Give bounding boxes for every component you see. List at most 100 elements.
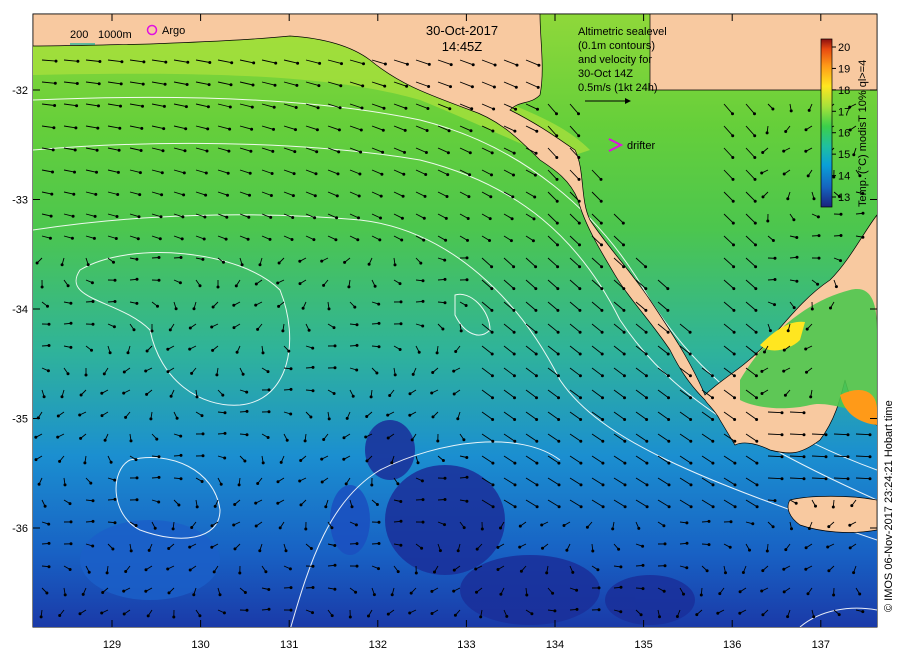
velocity-arrow-head bbox=[535, 505, 539, 509]
velocity-arrow-head bbox=[137, 215, 141, 219]
velocity-arrow-head bbox=[748, 548, 751, 552]
sst-map: 30-Oct-2017 14:45Z 200 1000m Argo Altime… bbox=[12, 13, 895, 651]
velocity-arrow-head bbox=[824, 455, 828, 459]
velocity-arrow-head bbox=[93, 214, 97, 218]
velocity-arrow-head bbox=[688, 374, 692, 378]
velocity-arrow-head bbox=[555, 199, 559, 203]
velocity-arrow-head bbox=[839, 212, 843, 216]
velocity-arrow-head bbox=[113, 497, 117, 501]
velocity-arrow-head bbox=[562, 524, 566, 527]
velocity-arrow-head bbox=[600, 374, 604, 378]
velocity-arrow-head bbox=[301, 306, 305, 310]
velocity-arrow-head bbox=[754, 374, 758, 378]
velocity-arrow-head bbox=[807, 527, 811, 530]
velocity-arrow-head bbox=[695, 613, 699, 617]
velocity-arrow-head bbox=[448, 107, 452, 111]
velocity-arrow-head bbox=[360, 106, 364, 110]
x-tick-label: 136 bbox=[723, 639, 741, 651]
velocity-arrow-head bbox=[267, 607, 271, 611]
altimetry-line-5: 0.5m/s (1kt 24h) bbox=[578, 82, 657, 94]
velocity-arrow-head bbox=[824, 477, 828, 481]
velocity-arrow-head bbox=[466, 238, 469, 242]
velocity-arrow-head bbox=[383, 84, 387, 88]
velocity-arrow-head bbox=[34, 458, 38, 462]
velocity-arrow-head bbox=[639, 613, 643, 617]
velocity-arrow-head bbox=[621, 221, 625, 225]
velocity-arrow-head bbox=[122, 391, 126, 395]
velocity-arrow-head bbox=[666, 330, 670, 334]
velocity-arrow-head bbox=[39, 615, 43, 619]
velocity-arrow-head bbox=[129, 439, 133, 443]
velocity-arrow-head bbox=[204, 171, 208, 175]
velocity-arrow-head bbox=[388, 394, 392, 397]
velocity-arrow-head bbox=[369, 395, 373, 399]
velocity-arrow-head bbox=[512, 287, 516, 291]
velocity-arrow-head bbox=[512, 265, 516, 269]
velocity-arrow-head bbox=[848, 546, 852, 550]
velocity-arrow-head bbox=[210, 325, 214, 329]
velocity-arrow-head bbox=[753, 156, 757, 159]
velocity-arrow-head bbox=[289, 608, 293, 612]
velocity-arrow-head bbox=[53, 104, 57, 107]
velocity-arrow-head bbox=[267, 588, 271, 591]
velocity-arrow-head bbox=[705, 569, 709, 573]
velocity-arrow-head bbox=[556, 308, 560, 312]
velocity-arrow-head bbox=[805, 370, 808, 374]
velocity-arrow-head bbox=[597, 608, 601, 612]
velocity-arrow-head bbox=[399, 322, 403, 326]
velocity-arrow-head bbox=[541, 546, 544, 550]
velocity-arrow-head bbox=[69, 542, 73, 546]
velocity-arrow-head bbox=[513, 396, 516, 400]
x-tick-label: 135 bbox=[634, 639, 652, 651]
y-tick-label: -35 bbox=[12, 414, 28, 426]
velocity-arrow-head bbox=[90, 348, 93, 352]
velocity-arrow-head bbox=[185, 83, 189, 86]
velocity-arrow-head bbox=[252, 61, 256, 65]
velocity-arrow-head bbox=[773, 499, 777, 503]
velocity-arrow-head bbox=[545, 571, 549, 575]
velocity-arrow-head bbox=[449, 63, 453, 67]
velocity-arrow-head bbox=[470, 107, 474, 111]
velocity-arrow-head bbox=[298, 259, 302, 263]
velocity-arrow-head bbox=[518, 545, 522, 549]
velocity-arrow-head bbox=[809, 395, 813, 399]
velocity-arrow-head bbox=[210, 545, 214, 549]
velocity-arrow-head bbox=[421, 498, 425, 502]
colorbar-tick-label: 13 bbox=[838, 192, 850, 204]
velocity-arrow-head bbox=[311, 611, 314, 615]
velocity-arrow-head bbox=[182, 193, 186, 197]
velocity-arrow-head bbox=[645, 505, 649, 509]
velocity-arrow-head bbox=[53, 81, 57, 85]
velocity-arrow-head bbox=[377, 520, 381, 524]
velocity-arrow-head bbox=[74, 126, 78, 130]
velocity-arrow-head bbox=[273, 83, 277, 87]
velocity-arrow-head bbox=[782, 590, 786, 594]
velocity-arrow-head bbox=[689, 505, 693, 509]
velocity-arrow-head bbox=[513, 439, 517, 443]
velocity-arrow-head bbox=[601, 483, 605, 487]
isobath-200-label: 200 bbox=[70, 29, 88, 41]
velocity-arrow-head bbox=[555, 177, 559, 181]
velocity-arrow-head bbox=[449, 85, 452, 89]
velocity-arrow-head bbox=[575, 607, 579, 611]
velocity-arrow-head bbox=[802, 411, 806, 415]
velocity-arrow-head bbox=[780, 411, 784, 415]
velocity-arrow-head bbox=[144, 568, 148, 572]
velocity-arrow-head bbox=[491, 439, 495, 443]
velocity-arrow-head bbox=[342, 436, 346, 440]
velocity-arrow-head bbox=[403, 128, 407, 132]
velocity-arrow-head bbox=[464, 304, 468, 307]
velocity-arrow-head bbox=[157, 455, 161, 459]
velocity-arrow-head bbox=[732, 243, 735, 247]
velocity-arrow-head bbox=[358, 172, 362, 176]
velocity-arrow-head bbox=[445, 195, 449, 198]
velocity-arrow-head bbox=[729, 520, 733, 524]
velocity-arrow-head bbox=[465, 499, 469, 503]
velocity-arrow-head bbox=[235, 350, 239, 354]
velocity-arrow-head bbox=[578, 330, 582, 334]
velocity-arrow-head bbox=[731, 156, 735, 159]
velocity-arrow-head bbox=[754, 308, 758, 312]
velocity-arrow-head bbox=[75, 104, 79, 108]
velocity-arrow-head bbox=[348, 615, 352, 619]
velocity-arrow-head bbox=[443, 523, 446, 527]
